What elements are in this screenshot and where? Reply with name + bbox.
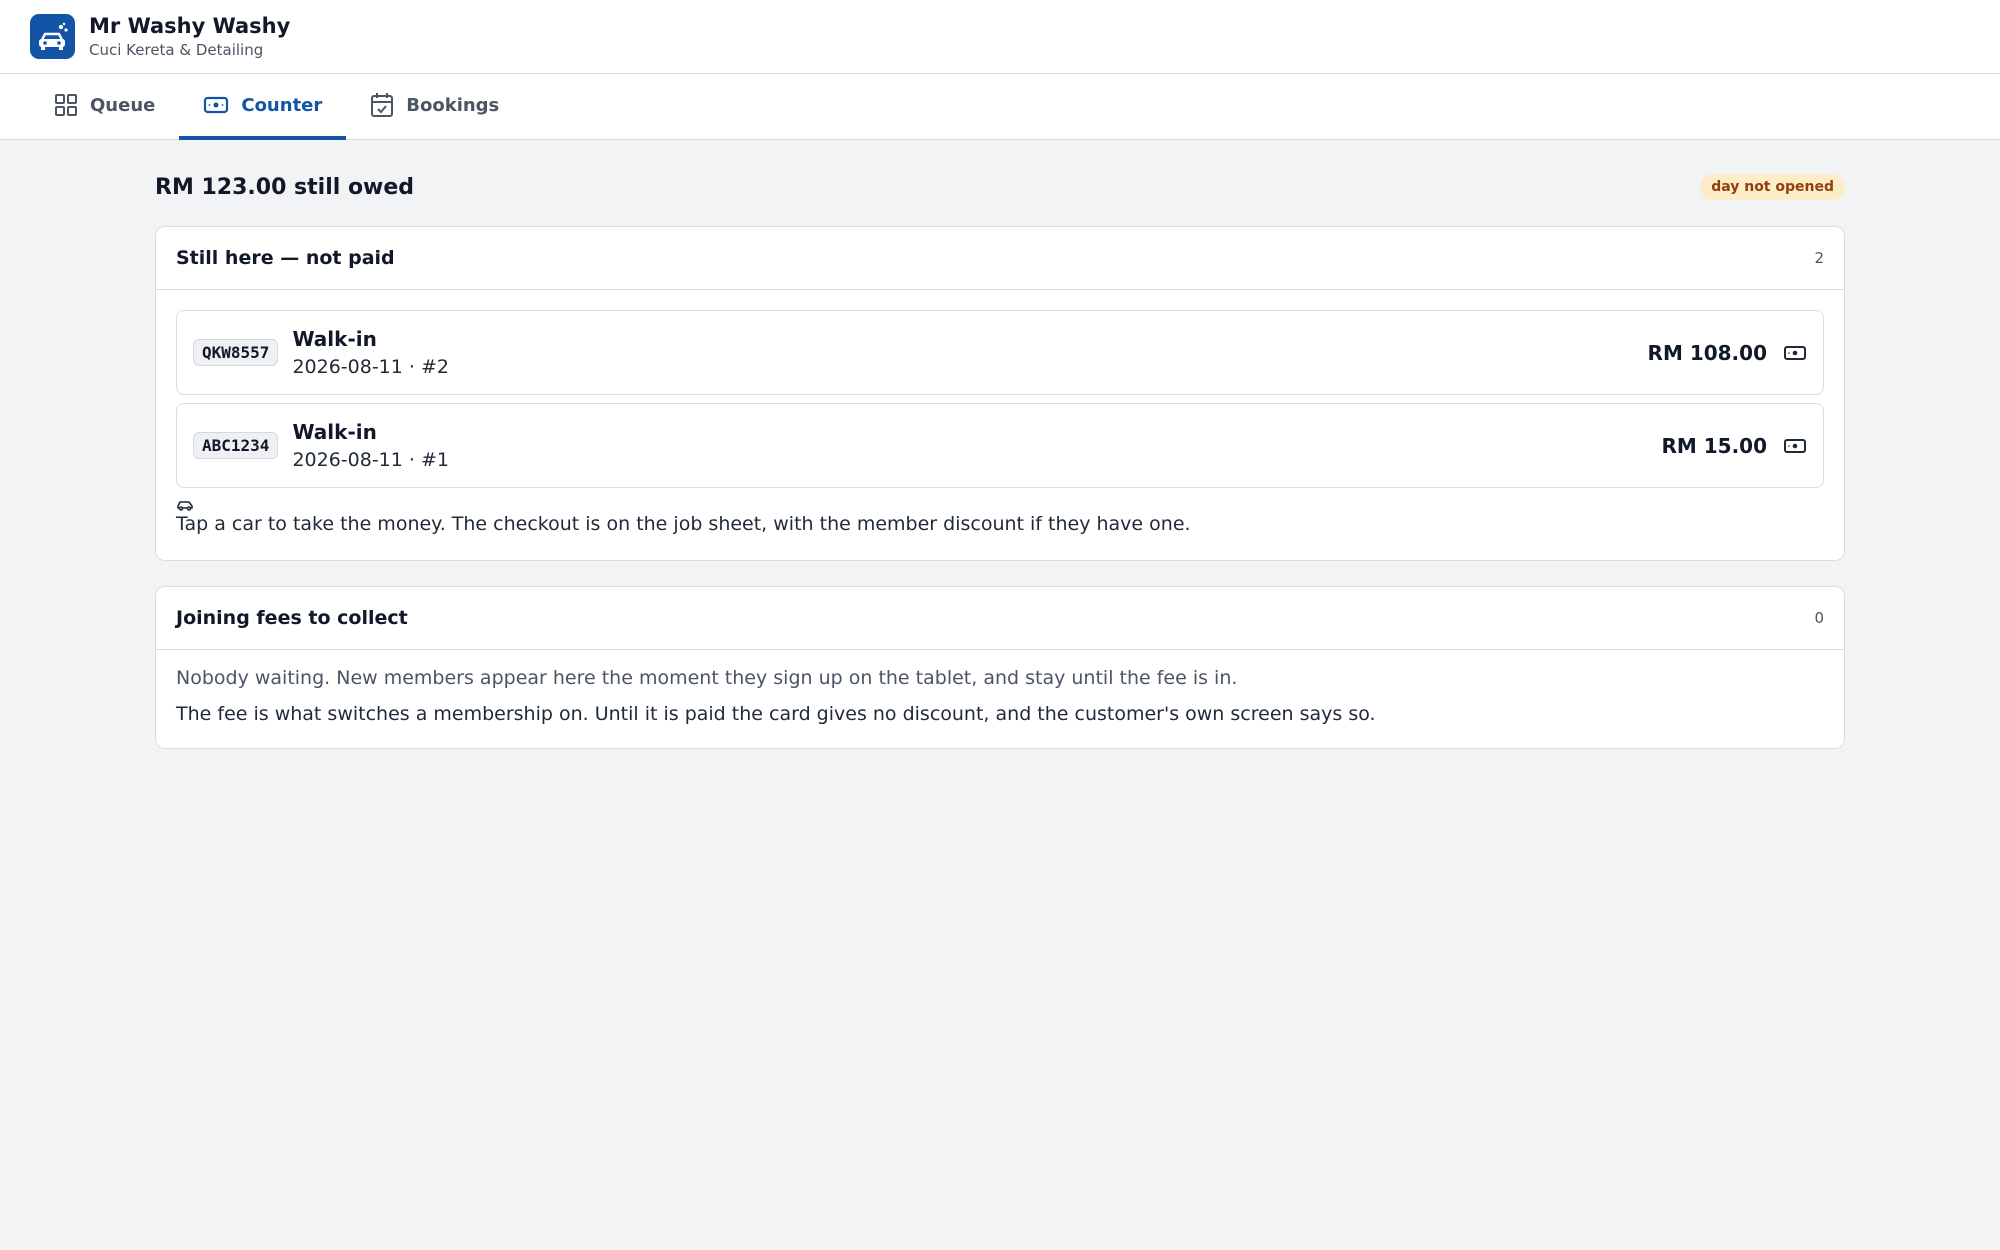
joining-fees-header: Joining fees to collect 0 [156,587,1844,650]
tab-queue-label: Queue [90,94,156,116]
cash-icon [1784,345,1806,360]
joining-fees-body: Nobody waiting. New members appear here … [156,664,1844,748]
app-subtitle: Cuci Kereta & Detailing [89,40,264,59]
brand: Mr Washy Washy Cuci Kereta & Detailing [89,13,290,61]
plate-number: ABC1234 [193,432,279,459]
unpaid-hint: Tap a car to take the money. The checkou… [176,513,1191,535]
joining-fees-count: 0 [1814,609,1824,627]
unpaid-job-row[interactable]: QKW8557 Walk-in 2026-08-11 · #2 RM 108.0… [176,310,1824,395]
unpaid-list: QKW8557 Walk-in 2026-08-11 · #2 RM 108.0… [156,290,1844,560]
car-icon [176,496,1824,511]
joining-fees-title: Joining fees to collect [176,607,408,629]
job-type: Walk-in [292,326,377,351]
unpaid-card: Still here — not paid 2 QKW8557 Walk-in … [155,226,1845,561]
tab-bookings-label: Bookings [406,94,500,116]
cash-icon [1784,438,1806,453]
calendar-check-icon [371,93,394,117]
empty-state-text: Nobody waiting. New members appear here … [176,667,1238,689]
tab-counter[interactable]: Counter [179,74,347,140]
job-type: Walk-in [292,419,377,444]
job-info: Walk-in 2026-08-11 · #2 [292,325,1647,381]
fee-note: The fee is what switches a membership on… [176,703,1376,725]
car-wash-icon [30,14,75,59]
summary-row: RM 123.00 still owed day not opened [155,172,1845,202]
cash-icon [204,96,229,114]
job-amount: RM 108.00 [1647,340,1767,365]
tab-bar: Queue Counter Bookings [0,74,2000,140]
app-header: Mr Washy Washy Cuci Kereta & Detailing [0,0,2000,74]
tab-queue[interactable]: Queue [30,74,179,140]
tab-counter-label: Counter [241,94,323,116]
counter-main: RM 123.00 still owed day not opened Stil… [155,140,1845,749]
unpaid-count: 2 [1814,249,1824,267]
joining-fees-card: Joining fees to collect 0 Nobody waiting… [155,586,1845,749]
owed-total: RM 123.00 still owed [155,174,415,200]
unpaid-job-row[interactable]: ABC1234 Walk-in 2026-08-11 · #1 RM 15.00 [176,403,1824,488]
job-amount: RM 15.00 [1661,433,1767,458]
grid-icon [55,94,77,116]
job-meta: 2026-08-11 · #1 [292,448,449,471]
app-title: Mr Washy Washy [89,13,291,38]
job-meta: 2026-08-11 · #2 [292,355,449,378]
status-badge: day not opened [1700,174,1845,200]
job-info: Walk-in 2026-08-11 · #1 [292,418,1661,474]
tab-bookings[interactable]: Bookings [346,74,523,140]
unpaid-card-header: Still here — not paid 2 [156,227,1844,290]
unpaid-card-title: Still here — not paid [176,247,395,269]
plate-number: QKW8557 [193,339,279,366]
